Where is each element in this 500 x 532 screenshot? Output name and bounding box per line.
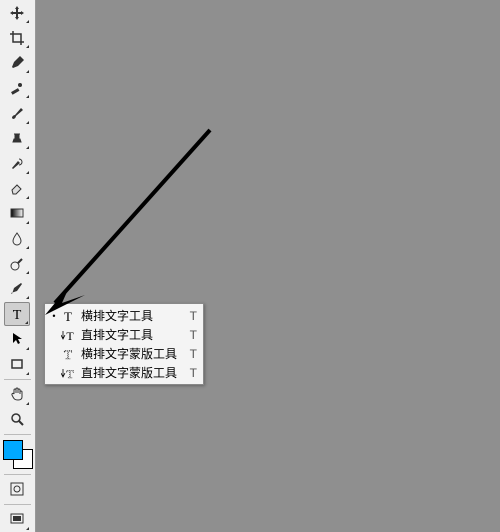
- flyout-item-shortcut: T: [185, 328, 199, 342]
- svg-text:T: T: [66, 367, 74, 380]
- flyout-item-vertical-type[interactable]: T 直排文字工具 T: [45, 325, 203, 344]
- svg-text:T: T: [13, 308, 22, 322]
- svg-text:T: T: [66, 329, 74, 342]
- flyout-item-label: 直排文字蒙版工具: [77, 364, 185, 381]
- flyout-item-label: 直排文字工具: [77, 326, 185, 343]
- svg-text:T: T: [64, 347, 72, 361]
- selected-dot: •: [49, 311, 59, 321]
- flyout-item-label: 横排文字工具: [77, 307, 185, 324]
- rectangle-tool[interactable]: [4, 353, 30, 376]
- horizontal-type-mask-icon: T: [59, 347, 77, 361]
- eyedropper-tool[interactable]: [4, 51, 30, 74]
- path-selection-tool[interactable]: [4, 328, 30, 351]
- dodge-tool[interactable]: [4, 252, 30, 275]
- blur-tool[interactable]: [4, 227, 30, 250]
- type-tool[interactable]: T: [4, 302, 30, 325]
- separator: [4, 504, 31, 505]
- horizontal-type-icon: T: [59, 309, 77, 323]
- separator: [4, 474, 31, 475]
- foreground-color-swatch[interactable]: [3, 440, 23, 460]
- flyout-item-horizontal-type-mask[interactable]: T 横排文字蒙版工具 T: [45, 344, 203, 363]
- healing-brush-tool[interactable]: [4, 76, 30, 99]
- flyout-item-shortcut: T: [185, 366, 199, 380]
- color-swatches[interactable]: [3, 440, 33, 469]
- annotation-arrow: [40, 125, 220, 325]
- gradient-tool[interactable]: [4, 202, 30, 225]
- flyout-item-vertical-type-mask[interactable]: T 直排文字蒙版工具 T: [45, 363, 203, 382]
- vertical-type-mask-icon: T: [59, 366, 77, 380]
- brush-tool[interactable]: [4, 101, 30, 124]
- type-tool-flyout: • T 横排文字工具 T T 直排文字工具 T T 横排文字蒙版工具 T T 直…: [44, 303, 204, 385]
- zoom-tool[interactable]: [4, 408, 30, 431]
- hand-tool[interactable]: [4, 383, 30, 406]
- vertical-type-icon: T: [59, 328, 77, 342]
- tools-panel: T: [0, 0, 36, 532]
- move-tool[interactable]: [4, 1, 30, 24]
- flyout-item-horizontal-type[interactable]: • T 横排文字工具 T: [45, 306, 203, 325]
- crop-tool[interactable]: [4, 26, 30, 49]
- history-brush-tool[interactable]: [4, 152, 30, 175]
- svg-text:T: T: [64, 309, 72, 323]
- eraser-tool[interactable]: [4, 177, 30, 200]
- separator: [4, 434, 31, 435]
- flyout-item-label: 横排文字蒙版工具: [77, 345, 185, 362]
- separator: [4, 379, 31, 380]
- screen-mode-toggle[interactable]: [4, 508, 30, 531]
- flyout-item-shortcut: T: [185, 347, 199, 361]
- pen-tool[interactable]: [4, 277, 30, 300]
- clone-stamp-tool[interactable]: [4, 127, 30, 150]
- quick-mask-toggle[interactable]: [4, 478, 30, 501]
- flyout-item-shortcut: T: [185, 309, 199, 323]
